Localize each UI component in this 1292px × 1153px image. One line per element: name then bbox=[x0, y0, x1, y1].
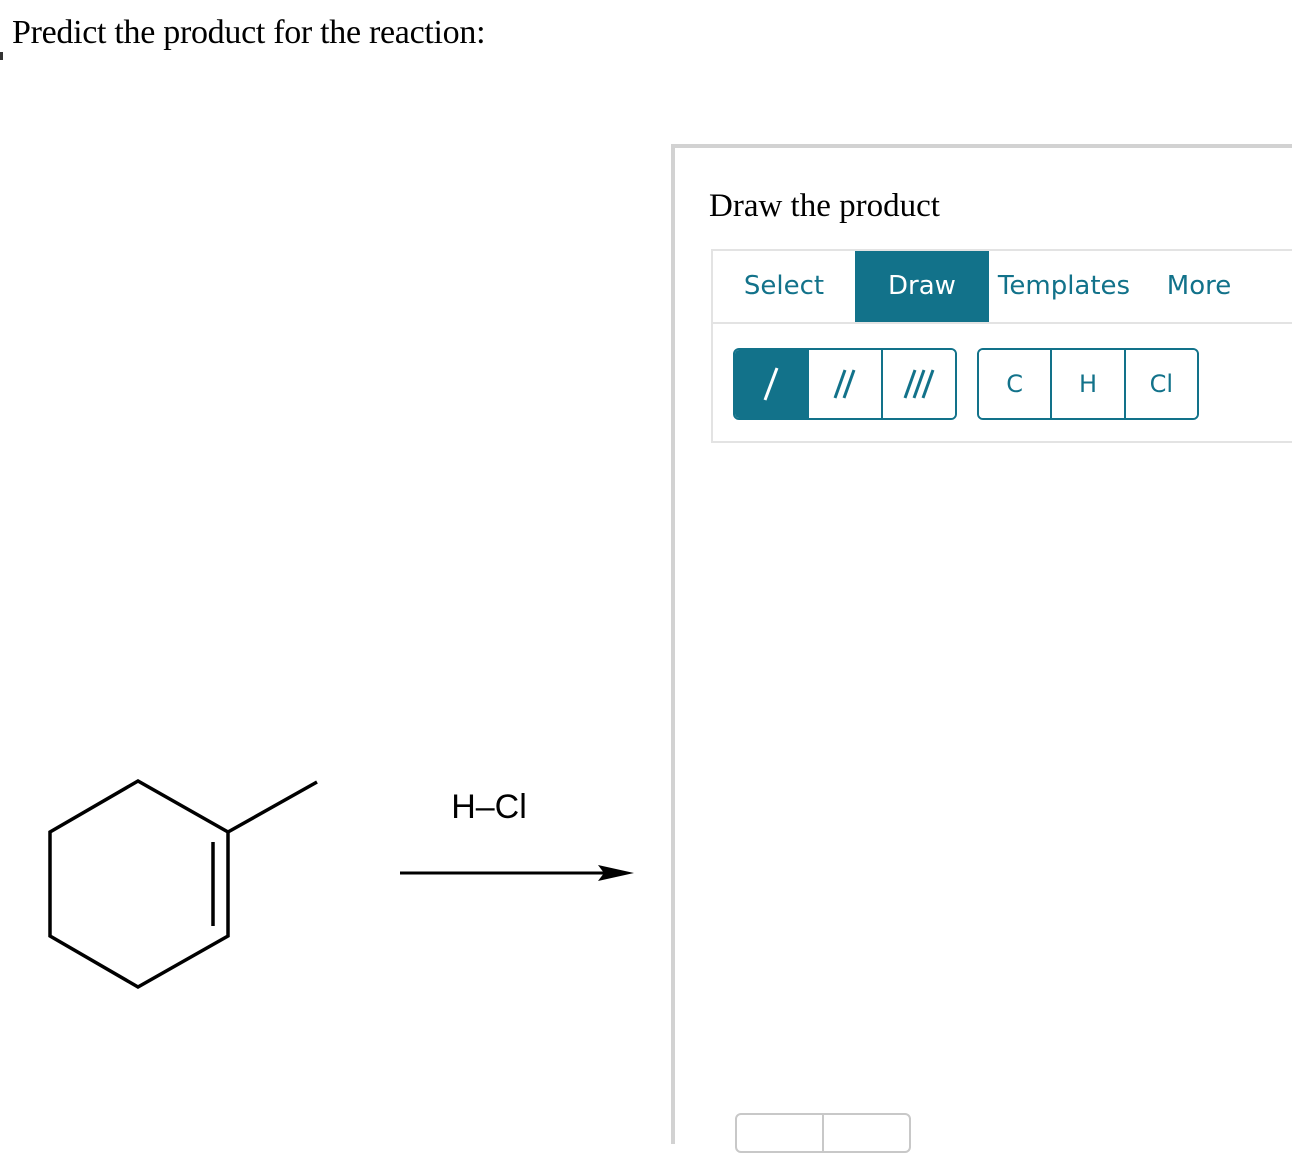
reagent-label: H–Cl bbox=[451, 788, 527, 826]
atom-tool-group: C H Cl bbox=[977, 348, 1199, 420]
editor-toolbar: Select Draw Templates More C H Cl bbox=[711, 249, 1292, 443]
redo-button[interactable] bbox=[824, 1115, 909, 1151]
tab-bar: Select Draw Templates More bbox=[713, 251, 1292, 324]
triple-bond-button[interactable] bbox=[883, 350, 955, 418]
reaction-scheme: H–Cl bbox=[48, 778, 634, 990]
tab-select[interactable]: Select bbox=[713, 251, 855, 322]
bottom-button-group bbox=[735, 1113, 911, 1153]
bond-tool-group bbox=[733, 348, 957, 420]
tab-more[interactable]: More bbox=[1139, 251, 1259, 322]
triple-bond-icon bbox=[903, 369, 935, 399]
atom-c-label: C bbox=[1006, 370, 1024, 398]
methyl-bond bbox=[227, 780, 318, 834]
undo-button[interactable] bbox=[737, 1115, 824, 1151]
cyclohexene-ring bbox=[48, 778, 230, 990]
atom-h-button[interactable]: H bbox=[1052, 350, 1126, 418]
panel-title: Draw the product bbox=[709, 188, 940, 224]
double-bond-icon bbox=[833, 369, 856, 399]
drawing-panel: Draw the product Select Draw Templates M… bbox=[671, 144, 1292, 1153]
atom-h-label: H bbox=[1078, 370, 1098, 398]
tab-draw[interactable]: Draw bbox=[855, 251, 989, 322]
single-bond-icon bbox=[763, 367, 779, 401]
single-bond-button[interactable] bbox=[735, 350, 809, 418]
tab-templates[interactable]: Templates bbox=[989, 251, 1139, 322]
double-bond-button[interactable] bbox=[809, 350, 883, 418]
methylcyclohexene-structure bbox=[48, 778, 318, 990]
atom-cl-button[interactable]: Cl bbox=[1125, 350, 1197, 418]
atom-c-button[interactable]: C bbox=[979, 350, 1053, 418]
atom-cl-label: Cl bbox=[1149, 370, 1174, 398]
